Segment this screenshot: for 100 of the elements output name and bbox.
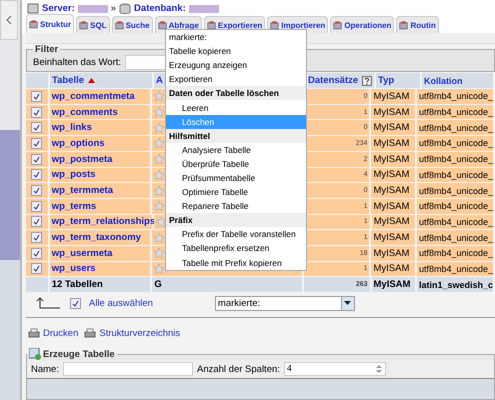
- tab-icon: [79, 20, 88, 30]
- star-icon[interactable]: [154, 201, 164, 212]
- help-icon: [362, 76, 372, 86]
- menu-item[interactable]: Analysiere Tabelle: [166, 142, 306, 157]
- row-checkbox[interactable]: [31, 122, 42, 134]
- table-cell: utf8mb4_unicode_: [416, 120, 495, 136]
- table-cell: 12 Tabellen: [50, 277, 152, 293]
- menu-item[interactable]: Tabelle kopieren: [166, 44, 306, 58]
- star-icon[interactable]: [154, 122, 164, 133]
- table-name-link[interactable]: wp_comments: [52, 106, 118, 118]
- tab-icon: [29, 20, 38, 29]
- table-name-link[interactable]: wp_terms: [52, 200, 96, 212]
- row-checkbox[interactable]: [31, 232, 42, 244]
- tab-icon: [114, 20, 124, 30]
- collapse-button[interactable]: [0, 0, 18, 40]
- table-cell: utf8mb4_unicode_: [416, 262, 495, 278]
- redacted-block: [78, 4, 108, 13]
- star-icon[interactable]: [154, 91, 164, 102]
- columns-label: Anzahl der Spalten:: [196, 364, 280, 374]
- printer-icon: [84, 328, 96, 338]
- server-icon: [27, 3, 39, 14]
- table-name-link[interactable]: wp_term_taxonomy: [52, 232, 141, 244]
- select-all-checkbox[interactable]: [70, 298, 81, 308]
- create-table-legend: Erzeuge Tabelle: [43, 348, 115, 360]
- table-name-link[interactable]: wp_usermeta: [52, 248, 112, 259]
- table-cell: G: [152, 277, 304, 293]
- chevron-left-icon: [6, 16, 12, 24]
- table-name-link[interactable]: wp_links: [52, 122, 92, 134]
- menu-item[interactable]: Erzeugung anzeigen: [166, 58, 306, 72]
- menu-item[interactable]: Tabelle mit Prefix kopieren: [166, 256, 306, 270]
- star-icon[interactable]: [154, 138, 164, 148]
- menu-item[interactable]: Exportieren: [166, 72, 306, 86]
- star-icon[interactable]: [154, 154, 164, 164]
- star-icon[interactable]: [154, 232, 164, 243]
- columns-spinner[interactable]: 4: [284, 362, 386, 376]
- table-add-icon: [29, 348, 41, 360]
- menu-item[interactable]: Repariere Tabelle: [166, 199, 306, 214]
- table-name-link[interactable]: wp_term_relationships: [52, 216, 156, 228]
- column-header[interactable]: Kollation: [422, 73, 495, 90]
- column-header[interactable]: Typ: [376, 73, 422, 90]
- breadcrumb-separator: »: [110, 3, 116, 14]
- printer-icon: [28, 328, 40, 338]
- table-cell: MyISAM: [371, 89, 417, 105]
- star-icon[interactable]: [156, 216, 166, 227]
- tab-icon: [399, 20, 408, 30]
- row-checkbox[interactable]: [31, 169, 42, 180]
- star-icon[interactable]: [154, 248, 164, 258]
- star-icon[interactable]: [154, 186, 164, 196]
- table-cell: utf8mb4_unicode_: [416, 230, 495, 246]
- tab[interactable]: Routin: [396, 16, 439, 34]
- row-checkbox[interactable]: [31, 248, 42, 259]
- column-header[interactable]: Tabelle: [50, 73, 154, 90]
- tab-icon: [206, 20, 216, 30]
- star-icon[interactable]: [154, 107, 164, 118]
- select-all-link[interactable]: Alle auswählen: [89, 298, 153, 308]
- table-cell: MyISAM: [371, 168, 417, 184]
- table-cell: MyISAM: [371, 230, 417, 246]
- table-name-link[interactable]: wp_postmeta: [52, 154, 112, 165]
- table-name-link[interactable]: wp_posts: [52, 169, 96, 180]
- table-name-link[interactable]: wp_termmeta: [52, 185, 113, 196]
- column-header[interactable]: Datensätze: [308, 73, 376, 90]
- table-cell: utf8mb4_unicode_: [416, 136, 495, 152]
- database-label[interactable]: Datenbank:: [134, 3, 186, 14]
- menu-group-header: Daten oder Tabelle löschen: [166, 86, 306, 100]
- action-select[interactable]: markierte:: [214, 296, 355, 310]
- table-cell: MyISAM: [371, 262, 417, 278]
- row-checkbox[interactable]: [31, 138, 42, 149]
- menu-item[interactable]: Optimiere Tabelle: [166, 185, 306, 200]
- server-label[interactable]: Server:: [42, 3, 75, 14]
- row-checkbox[interactable]: [31, 216, 42, 228]
- name-input[interactable]: [62, 362, 193, 376]
- row-checkbox[interactable]: [31, 106, 42, 118]
- tab[interactable]: Suche: [112, 16, 153, 34]
- row-checkbox[interactable]: [31, 185, 42, 196]
- row-checkbox[interactable]: [31, 90, 42, 102]
- table-name-link[interactable]: wp_commentmeta: [52, 90, 135, 102]
- menu-item[interactable]: Prefix der Tabelle voranstellen: [166, 227, 306, 242]
- table-cell: utf8mb4_unicode_: [416, 214, 495, 230]
- table-cell: utf8mb4_unicode_: [416, 246, 495, 262]
- table-name-link[interactable]: wp_options: [52, 138, 105, 149]
- row-checkbox[interactable]: [31, 263, 42, 274]
- tab-icon: [333, 20, 342, 30]
- menu-item[interactable]: Leeren: [166, 100, 306, 115]
- menu-item[interactable]: Prüfsummentabelle: [166, 170, 306, 186]
- menu-group-header: Hilfsmittel: [166, 128, 306, 143]
- link[interactable]: Drucken: [28, 328, 78, 338]
- database-icon: [119, 3, 132, 14]
- row-checkbox[interactable]: [31, 200, 42, 212]
- caret-icon: [344, 301, 352, 305]
- table-name-link[interactable]: wp_users: [52, 263, 96, 274]
- star-icon[interactable]: [154, 264, 164, 274]
- tab[interactable]: SQL: [76, 16, 110, 34]
- table-cell: utf8mb4_unicode_: [416, 89, 495, 105]
- tab[interactable]: Struktur: [26, 14, 74, 34]
- link[interactable]: Strukturverzeichnis: [84, 328, 180, 338]
- tab[interactable]: Operationen: [330, 16, 394, 34]
- menu-item[interactable]: Tabellenprefix ersetzen: [166, 241, 306, 256]
- menu-item[interactable]: Überprüfe Tabelle: [166, 156, 306, 171]
- star-icon[interactable]: [154, 170, 164, 180]
- row-checkbox[interactable]: [31, 154, 42, 165]
